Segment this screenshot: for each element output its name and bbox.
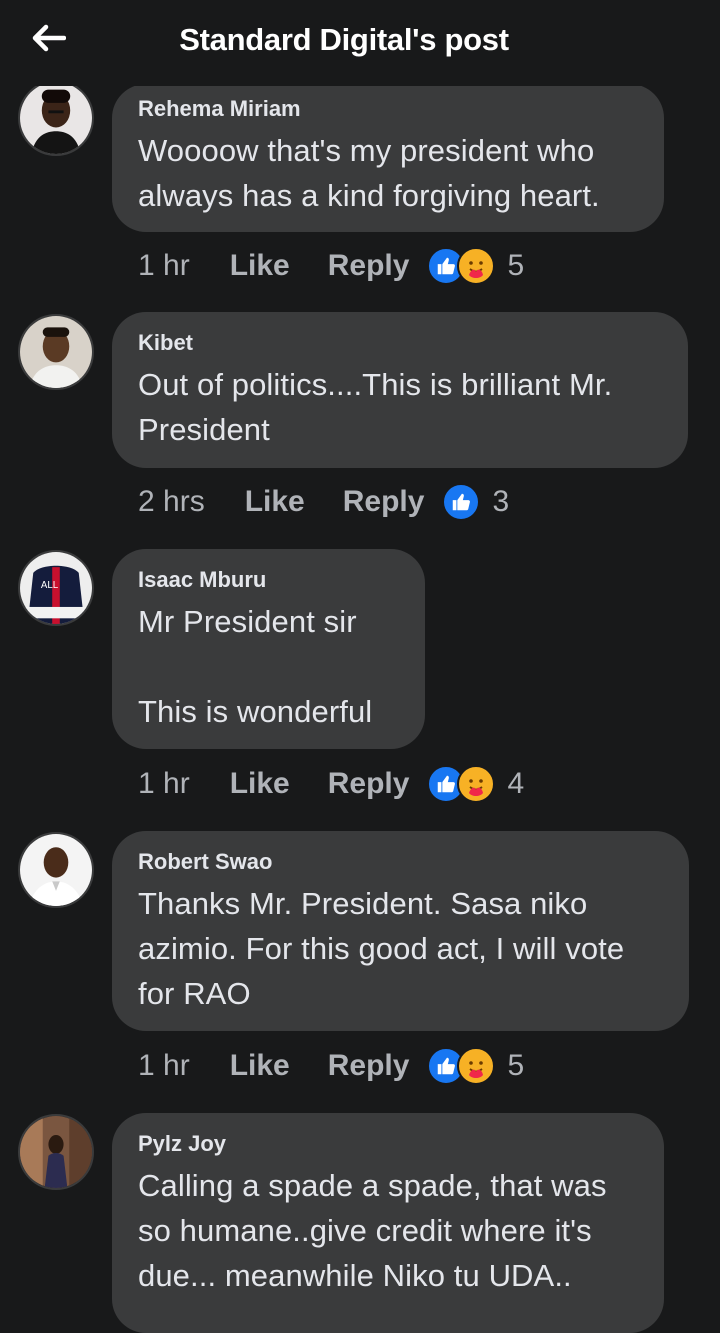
care-reaction-icon — [457, 1047, 496, 1085]
reply-button[interactable]: Reply — [328, 249, 410, 283]
comment-timestamp[interactable]: 1 hr — [138, 1049, 190, 1083]
avatar-photo: ALL — [20, 552, 92, 624]
reaction-count: 4 — [507, 767, 525, 800]
comment-author[interactable]: Isaac Mburu — [138, 567, 399, 593]
page-title: Standard Digital's post — [179, 22, 509, 57]
comment-author[interactable]: Kibet — [138, 330, 662, 356]
avatar-photo — [20, 834, 92, 906]
comment-timestamp[interactable]: 1 hr — [138, 249, 190, 283]
avatar[interactable] — [18, 1114, 94, 1190]
reaction-summary[interactable]: 5 — [427, 1047, 524, 1085]
top-bar: Standard Digital's post — [0, 0, 720, 86]
comment-bubble: Isaac Mburu Mr President sir This is won… — [112, 549, 425, 749]
like-button[interactable]: Like — [245, 485, 305, 519]
avatar-photo — [20, 1116, 92, 1188]
comment-text: Calling a spade a spade, that was so hum… — [138, 1168, 607, 1293]
comment-actions: 1 hr Like Reply 4 — [138, 764, 524, 804]
like-button[interactable]: Like — [230, 249, 290, 283]
comment-actions: 1 hr Like Reply 5 — [138, 1046, 524, 1086]
care-reaction-icon — [457, 247, 496, 285]
reaction-count: 3 — [492, 485, 510, 518]
avatar-photo — [20, 316, 92, 388]
reaction-count: 5 — [507, 249, 525, 282]
comment-author[interactable]: Pylz Joy — [138, 1131, 638, 1157]
comment-author[interactable]: Robert Swao — [138, 849, 663, 875]
comment-actions: 2 hrs Like Reply 3 — [138, 482, 509, 522]
comment-text: Mr President sir This is wonderful — [138, 604, 373, 729]
comment-bubble: Pylz Joy Calling a spade a spade, that w… — [112, 1113, 664, 1333]
comment-actions: 1 hr Like Reply 5 — [138, 246, 524, 286]
avatar[interactable] — [18, 80, 94, 156]
avatar[interactable]: ALL — [18, 550, 94, 626]
reply-button[interactable]: Reply — [328, 767, 410, 801]
avatar[interactable] — [18, 314, 94, 390]
reaction-summary[interactable]: 4 — [427, 765, 524, 803]
reply-button[interactable]: Reply — [343, 485, 425, 519]
comment-author[interactable]: Rehema Miriam — [138, 96, 638, 122]
like-button[interactable]: Like — [230, 1049, 290, 1083]
comment-timestamp[interactable]: 2 hrs — [138, 485, 205, 519]
comment-text: Thanks Mr. President. Sasa niko azimio. … — [138, 886, 625, 1011]
comment-bubble: Kibet Out of politics....This is brillia… — [112, 312, 688, 468]
avatar[interactable] — [18, 832, 94, 908]
reaction-count: 5 — [507, 1049, 525, 1082]
comment-text: Out of politics....This is brilliant Mr.… — [138, 367, 613, 447]
reaction-summary[interactable]: 3 — [442, 483, 509, 521]
like-reaction-icon — [442, 483, 481, 521]
care-reaction-icon — [457, 765, 496, 803]
comment-bubble: Robert Swao Thanks Mr. President. Sasa n… — [112, 831, 689, 1031]
comment-timestamp[interactable]: 1 hr — [138, 767, 190, 801]
reaction-summary[interactable]: 5 — [427, 247, 524, 285]
comment-bubble: Rehema Miriam Woooow that's my president… — [112, 84, 664, 232]
like-button[interactable]: Like — [230, 767, 290, 801]
comment-text: Woooow that's my president who always ha… — [138, 133, 600, 213]
avatar-shirt-text: ALL — [41, 580, 59, 591]
avatar-photo — [20, 82, 92, 154]
comment-list: Rehema Miriam Woooow that's my president… — [0, 0, 720, 1333]
reply-button[interactable]: Reply — [328, 1049, 410, 1083]
